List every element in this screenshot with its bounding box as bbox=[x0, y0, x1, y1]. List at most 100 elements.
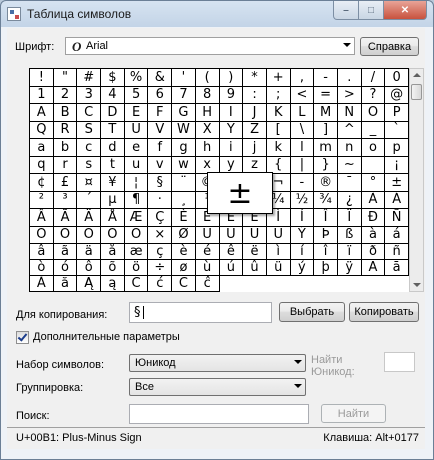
search-input[interactable] bbox=[129, 404, 309, 424]
char-cell[interactable]: ± bbox=[385, 174, 409, 192]
char-cell[interactable]: ? bbox=[361, 86, 386, 104]
char-cell[interactable]: Z bbox=[243, 121, 267, 139]
char-cell[interactable]: ] bbox=[314, 121, 338, 139]
char-cell[interactable]: Ç bbox=[148, 209, 173, 227]
char-cell[interactable]: þ bbox=[314, 260, 338, 276]
char-cell[interactable]: ù bbox=[195, 260, 220, 276]
char-cell[interactable]: ¸ bbox=[172, 191, 196, 209]
char-cell[interactable]: R bbox=[53, 121, 78, 139]
char-cell[interactable]: d bbox=[101, 139, 125, 157]
char-cell[interactable]: ¶ bbox=[124, 191, 149, 209]
char-cell[interactable]: ú bbox=[219, 260, 244, 276]
advanced-view-checkbox[interactable] bbox=[16, 331, 29, 344]
char-cell[interactable] bbox=[361, 156, 386, 174]
title-bar[interactable]: Таблица символов ⎯ □ ✕ bbox=[1, 1, 433, 27]
char-cell[interactable]: j bbox=[243, 139, 267, 157]
char-cell[interactable]: o bbox=[361, 139, 386, 157]
char-cell[interactable]: e bbox=[124, 139, 149, 157]
char-cell[interactable]: : bbox=[243, 86, 267, 104]
char-cell[interactable]: I bbox=[219, 104, 244, 122]
char-cell[interactable]: ^ bbox=[337, 121, 362, 139]
char-cell[interactable]: 8 bbox=[195, 86, 220, 104]
char-cell[interactable]: ¥ bbox=[101, 174, 125, 192]
char-cell[interactable]: ã bbox=[53, 244, 78, 260]
char-cell[interactable]: G bbox=[172, 104, 196, 122]
char-cell[interactable]: N bbox=[337, 104, 362, 122]
char-cell[interactable]: · bbox=[148, 191, 173, 209]
char-cell[interactable]: Æ bbox=[124, 209, 149, 227]
char-cell[interactable]: Ö bbox=[124, 226, 149, 244]
char-cell[interactable]: n bbox=[337, 139, 362, 157]
char-cell[interactable]: # bbox=[77, 69, 102, 87]
char-cell[interactable]: & bbox=[148, 69, 173, 87]
char-cell[interactable]: _ bbox=[361, 121, 386, 139]
char-cell[interactable]: Ý bbox=[290, 226, 315, 244]
char-cell[interactable]: á bbox=[385, 226, 409, 244]
char-cell[interactable]: Ā bbox=[361, 260, 386, 276]
char-cell[interactable]: Q bbox=[30, 121, 54, 139]
char-cell[interactable]: P bbox=[385, 104, 409, 122]
char-cell[interactable]: , bbox=[290, 69, 315, 87]
char-cell[interactable]: ë bbox=[243, 244, 267, 260]
char-cell[interactable]: > bbox=[337, 86, 362, 104]
char-cell[interactable]: û bbox=[243, 260, 267, 276]
go-to-unicode-input[interactable] bbox=[384, 352, 415, 372]
char-cell[interactable]: Û bbox=[243, 226, 267, 244]
char-cell[interactable]: 2 bbox=[53, 86, 78, 104]
char-cell[interactable]: p bbox=[385, 139, 409, 157]
char-cell[interactable]: ò bbox=[30, 260, 54, 276]
char-cell[interactable]: ô bbox=[77, 260, 102, 276]
char-cell[interactable]: ì bbox=[266, 244, 291, 260]
char-cell[interactable]: Î bbox=[314, 209, 338, 227]
close-button[interactable]: ✕ bbox=[384, 1, 427, 20]
copy-button[interactable]: Копировать bbox=[349, 302, 419, 322]
char-cell[interactable]: Ã bbox=[53, 209, 78, 227]
char-cell[interactable]: . bbox=[337, 69, 362, 87]
char-cell[interactable]: µ bbox=[101, 191, 125, 209]
char-cell[interactable]: Ă bbox=[30, 276, 54, 292]
char-cell[interactable]: m bbox=[314, 139, 338, 157]
char-cell[interactable]: à bbox=[361, 226, 386, 244]
char-cell[interactable]: t bbox=[101, 156, 125, 174]
char-cell[interactable]: w bbox=[172, 156, 196, 174]
char-cell[interactable]: Þ bbox=[314, 226, 338, 244]
char-cell[interactable]: À bbox=[361, 191, 386, 209]
char-cell[interactable]: ; bbox=[266, 86, 291, 104]
char-cell[interactable]: 4 bbox=[101, 86, 125, 104]
char-cell[interactable]: ` bbox=[385, 121, 409, 139]
char-cell[interactable]: æ bbox=[124, 244, 149, 260]
char-cell[interactable]: * bbox=[243, 69, 267, 87]
char-cell[interactable]: - bbox=[290, 174, 315, 192]
char-cell[interactable]: " bbox=[53, 69, 78, 87]
char-cell[interactable]: ¤ bbox=[77, 174, 102, 192]
char-cell[interactable]: ¯ bbox=[337, 174, 362, 192]
char-cell[interactable]: a bbox=[30, 139, 54, 157]
advanced-view-label[interactable]: Дополнительные параметры bbox=[33, 331, 180, 343]
char-cell[interactable]: W bbox=[172, 121, 196, 139]
char-cell[interactable]: } bbox=[314, 156, 338, 174]
char-cell[interactable]: Â bbox=[30, 209, 54, 227]
char-cell[interactable]: Á bbox=[385, 191, 409, 209]
char-cell[interactable]: ć bbox=[148, 276, 173, 292]
char-cell[interactable]: î bbox=[314, 244, 338, 260]
scroll-up-icon[interactable] bbox=[413, 73, 421, 77]
char-cell[interactable]: % bbox=[124, 69, 149, 87]
char-cell[interactable]: ç bbox=[148, 244, 173, 260]
char-cell[interactable]: 6 bbox=[148, 86, 173, 104]
char-cell[interactable]: ü bbox=[266, 260, 291, 276]
char-cell[interactable]: ß bbox=[337, 226, 362, 244]
char-cell[interactable]: £ bbox=[53, 174, 78, 192]
char-cell[interactable]: ¡ bbox=[385, 156, 409, 174]
char-cell[interactable]: 3 bbox=[77, 86, 102, 104]
char-cell[interactable]: Ñ bbox=[385, 209, 409, 227]
char-cell[interactable]: 5 bbox=[124, 86, 149, 104]
char-cell[interactable]: Ä bbox=[77, 209, 102, 227]
char-cell[interactable]: X bbox=[195, 121, 220, 139]
char-cell[interactable]: Ï bbox=[337, 209, 362, 227]
char-cell[interactable]: V bbox=[148, 121, 173, 139]
char-cell[interactable]: ā bbox=[385, 260, 409, 276]
char-cell[interactable]: ý bbox=[290, 260, 315, 276]
charset-select[interactable]: Юникод bbox=[129, 354, 306, 372]
select-button[interactable]: Выбрать bbox=[279, 302, 345, 322]
char-cell[interactable]: ï bbox=[337, 244, 362, 260]
